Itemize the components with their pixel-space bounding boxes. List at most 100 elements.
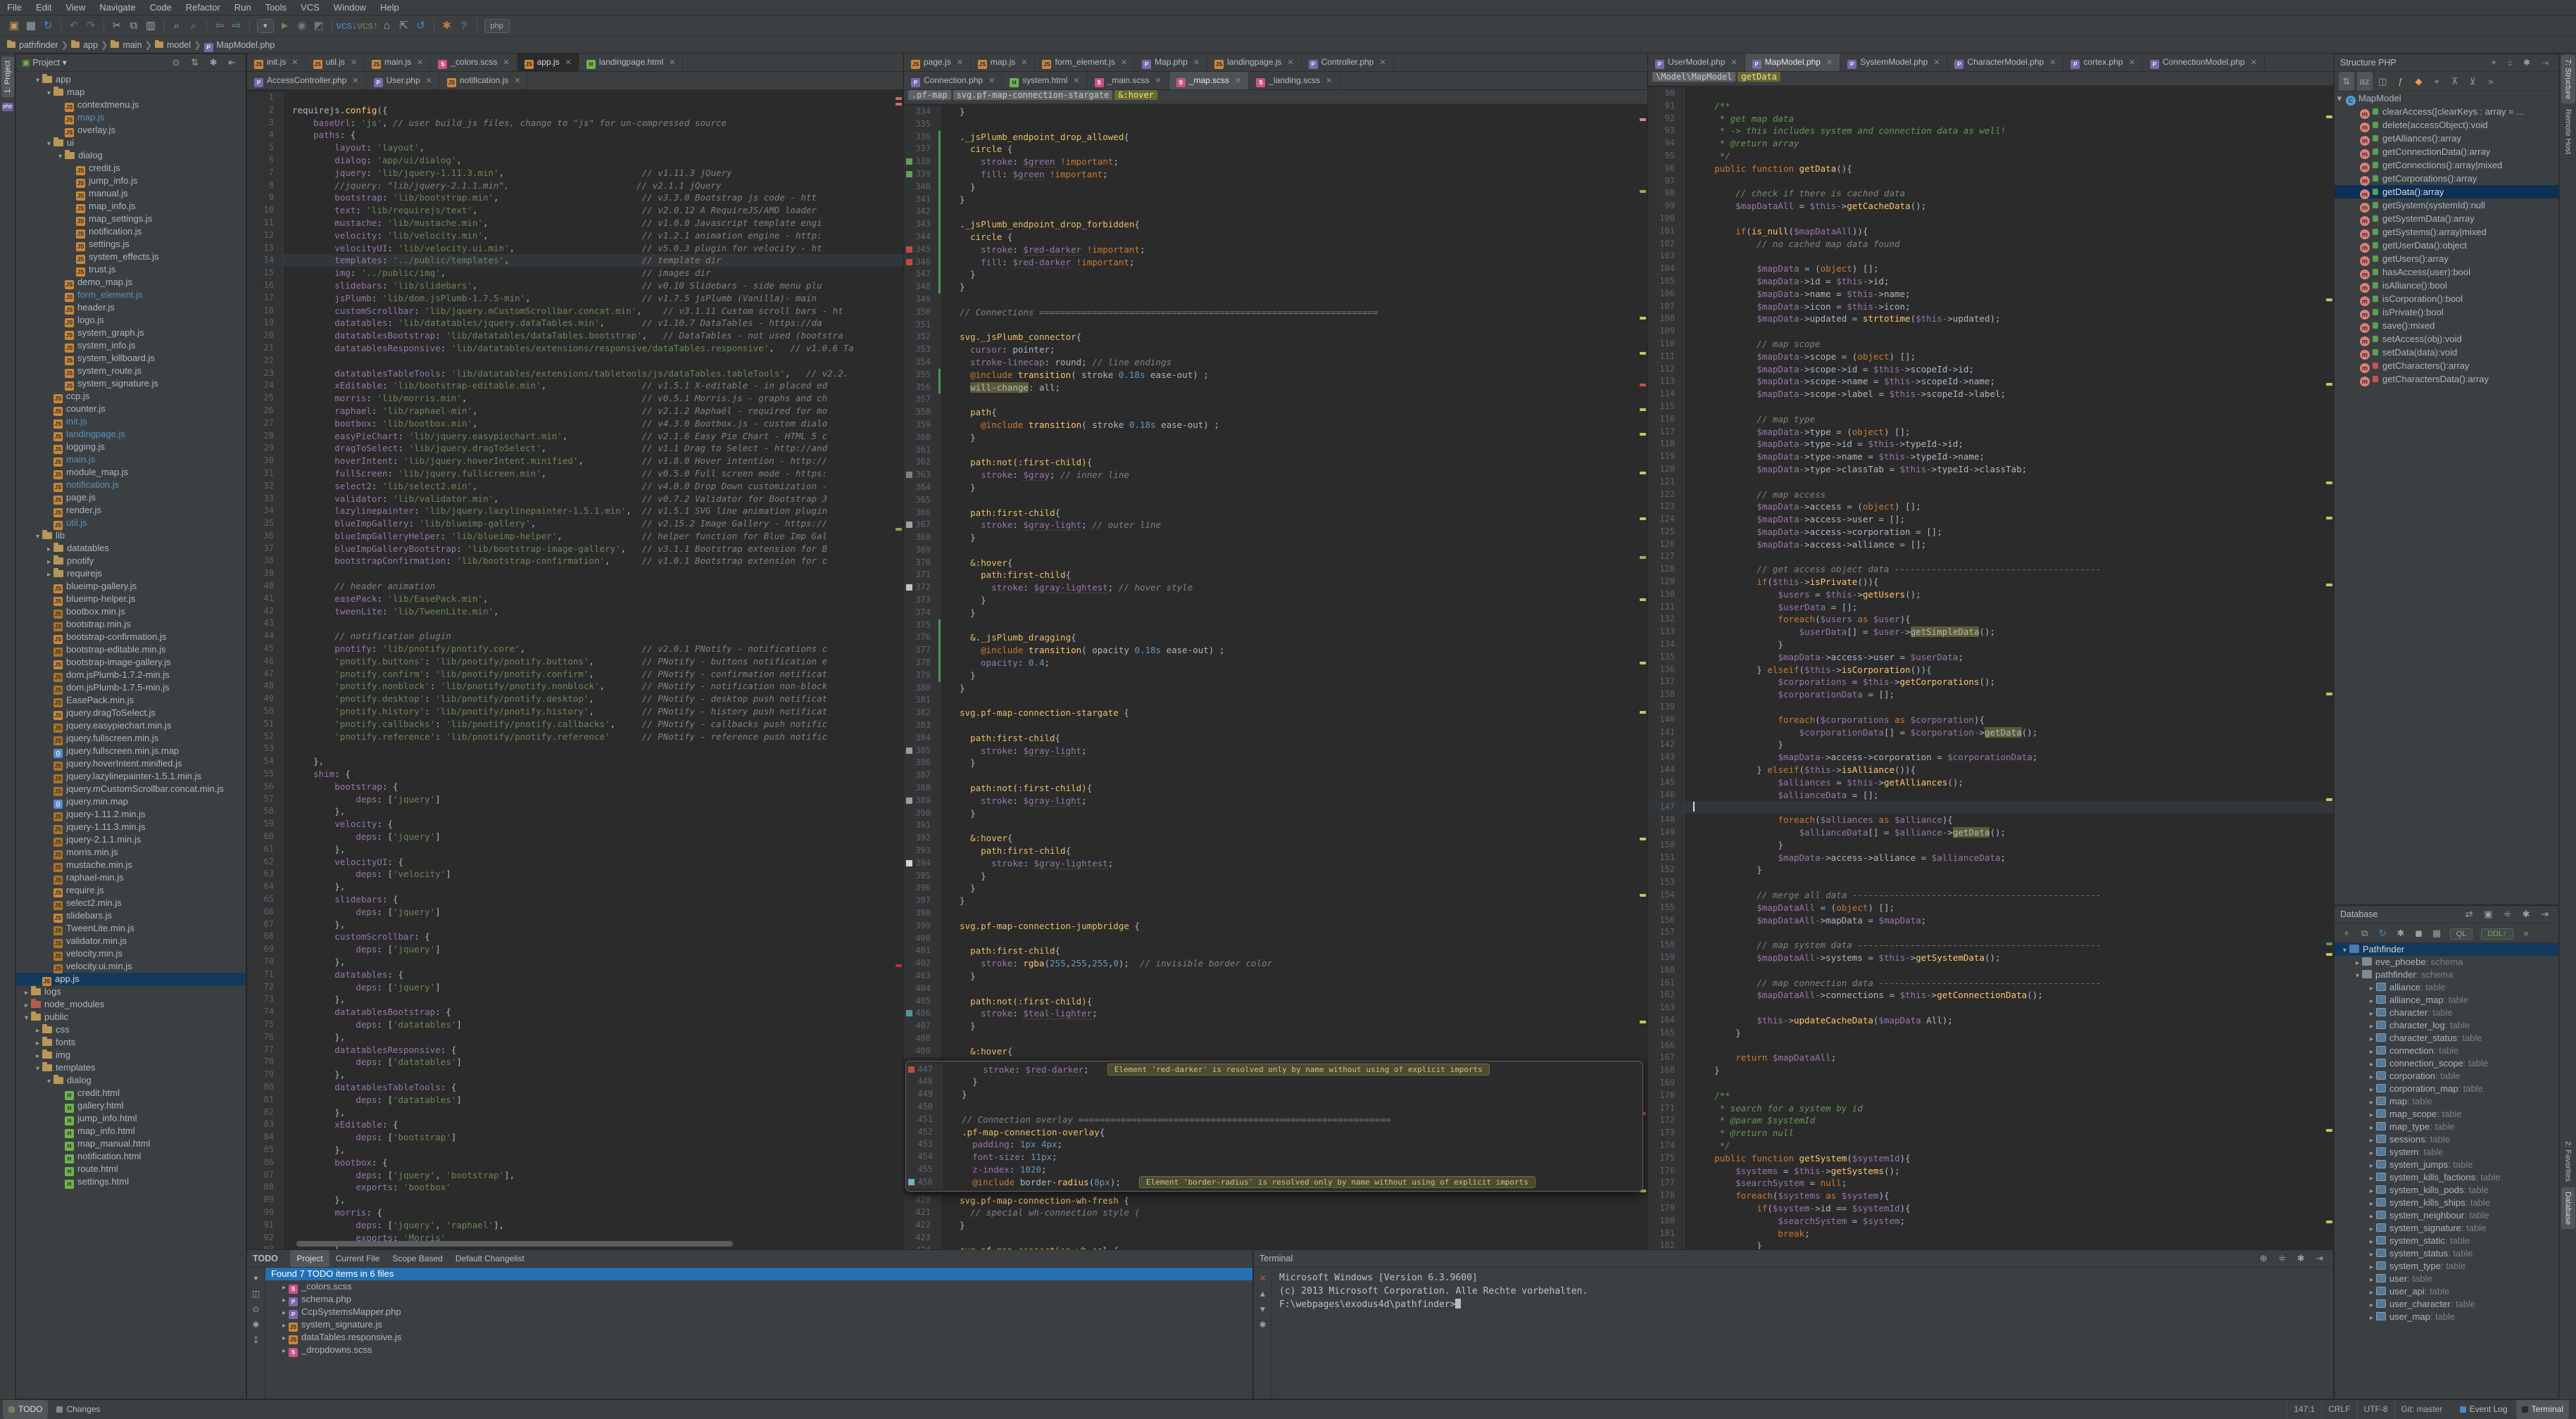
error-stripe-mark[interactable] <box>2326 481 2332 484</box>
breadcrumb-item[interactable]: PMapModel.php <box>204 40 275 50</box>
project-tree-item[interactable]: Hsettings.html <box>16 1175 246 1188</box>
tool-button-favorites[interactable]: 2: Favorites <box>2561 1137 2575 1185</box>
project-tree-item[interactable]: JScounter.js <box>16 403 246 415</box>
structure-method[interactable]: mgetUserData():object <box>2335 239 2558 252</box>
database-table-item[interactable]: ▸system_kills_factions: table <box>2335 1171 2558 1184</box>
copy-icon[interactable]: ⧉ <box>2357 923 2373 942</box>
project-tree-item[interactable]: JSmodule_map.js <box>16 466 246 479</box>
toolbar-icon[interactable]: ⧉ <box>125 15 142 37</box>
project-tree-item[interactable]: JSTweenLite.min.js <box>16 922 246 935</box>
structure-method[interactable]: msetAccess(obj):void <box>2335 332 2558 346</box>
breadcrumb-item[interactable]: main <box>111 40 142 50</box>
menu-item-edit[interactable]: Edit <box>29 0 58 15</box>
editor-tab[interactable]: S_landing.scss✕ <box>1249 72 1340 90</box>
tab-close-icon[interactable]: ✕ <box>1326 77 1332 85</box>
todo-summary-row[interactable]: Found 7 TODO items in 6 files <box>265 1268 1252 1280</box>
project-tree-item[interactable]: JSjquery-2.1.1.min.js <box>16 833 246 846</box>
error-stripe-mark[interactable] <box>2326 693 2332 695</box>
project-tree-item[interactable]: JSdom.jsPlumb-1.7.2-min.js <box>16 669 246 681</box>
structure-method[interactable]: misCorporation():bool <box>2335 292 2558 305</box>
add-datasource-icon[interactable]: + <box>2339 923 2354 942</box>
tab-close-icon[interactable]: ✕ <box>1730 58 1737 67</box>
editor-tab[interactable]: PAccessController.php✕ <box>247 72 367 90</box>
tab-close-icon[interactable]: ✕ <box>352 77 358 85</box>
editor-pane-middle[interactable]: JSpage.js✕JSmap.js✕JSform_element.js✕PMa… <box>903 53 1647 1249</box>
tool-button-project[interactable]: 1: Project <box>1 56 14 97</box>
database-table-item[interactable]: ▸map_type: table <box>2335 1121 2558 1133</box>
breadcrumb-item[interactable]: model <box>155 40 191 50</box>
terminal-side-toolbar[interactable]: ✕ ▲ ▼ ✱ <box>1254 1268 1272 1399</box>
table-view-icon[interactable]: ▦ <box>2429 923 2444 942</box>
project-tree-item[interactable]: ▸datatables <box>16 542 246 555</box>
database-table-item[interactable]: ▸system_signature: table <box>2335 1222 2558 1235</box>
error-stripe-mark[interactable] <box>896 103 902 106</box>
project-tree-item[interactable]: JSjquery.mCustomScrollbar.concat.min.js <box>16 783 246 795</box>
database-table-item[interactable]: ▸corporation_map: table <box>2335 1083 2558 1095</box>
editor-tab[interactable]: PConnection.php✕ <box>904 72 1003 90</box>
project-tree-item[interactable]: JSsystem_killboard.js <box>16 352 246 365</box>
project-tree-item[interactable]: JSdom.jsPlumb-1.7.5-min.js <box>16 681 246 694</box>
toolbar-icon[interactable]: vcs↓ <box>337 15 358 37</box>
project-tree-item[interactable]: ▸css <box>16 1023 246 1036</box>
error-stripe-mark[interactable] <box>1640 838 1646 840</box>
menu-item-window[interactable]: Window <box>327 0 373 15</box>
todo-tab[interactable]: Project <box>290 1250 329 1267</box>
menu-item-vcs[interactable]: VCS <box>294 0 327 15</box>
toolbar-icon[interactable]: ⌂ <box>379 15 396 37</box>
project-tree-item[interactable]: JSrequire.js <box>16 884 246 897</box>
project-tree-item[interactable]: Hroute.html <box>16 1163 246 1175</box>
tab-close-icon[interactable]: ✕ <box>426 77 432 85</box>
project-tree-item[interactable]: ▸requirejs <box>16 567 246 580</box>
database-table-item[interactable]: ▸system_kills_pods: table <box>2335 1184 2558 1197</box>
menu-item-help[interactable]: Help <box>373 0 406 15</box>
down-icon[interactable]: ▼ <box>1254 1301 1271 1317</box>
project-tree-item[interactable]: JSbootstrap-confirmation.js <box>16 631 246 643</box>
editor-tab[interactable]: JSapp.js✕ <box>517 53 579 72</box>
error-stripe-mark[interactable] <box>2326 584 2332 586</box>
project-tree-item[interactable]: JSsystem_effects.js <box>16 251 246 263</box>
structure-toolbar[interactable]: ⇅ az ◫ ƒ ◆ ⌖ ⊼ ⊻ » <box>2335 72 2558 92</box>
error-stripe-mark[interactable] <box>1640 517 1646 520</box>
show-fields-icon[interactable]: ◫ <box>2375 72 2390 91</box>
error-stripe-mark[interactable] <box>1640 317 1646 320</box>
structure-class-row[interactable]: ▾CMapModel <box>2335 92 2558 105</box>
menu-item-navigate[interactable]: Navigate <box>92 0 142 15</box>
todo-list[interactable]: Found 7 TODO items in 6 files▸S_colors.s… <box>265 1268 1252 1399</box>
project-tree-item[interactable]: {}jquery.fullscreen.min.js.map <box>16 745 246 757</box>
project-tree-item[interactable]: ▸fonts <box>16 1036 246 1049</box>
todo-group-icon[interactable]: ◫ <box>247 1286 265 1301</box>
code-area[interactable]: 9091 /**92 * get map data93 * -> this in… <box>1648 87 2334 1249</box>
structure-method[interactable]: mgetConnections():array|mixed <box>2335 158 2558 172</box>
statusbar-tool-button[interactable]: Changes <box>51 1400 106 1419</box>
menu-item-refactor[interactable]: Refactor <box>179 0 227 15</box>
editor-tab[interactable]: JSinit.js✕ <box>247 53 306 72</box>
project-tree-item[interactable]: JSraphael-min.js <box>16 871 246 884</box>
structure-tree[interactable]: ▾CMapModelmclearAccess([clearKeys : arra… <box>2335 92 2558 386</box>
project-tree-item[interactable]: JSdemo_map.js <box>16 276 246 289</box>
todo-file-item[interactable]: ▸S_colors.scss <box>265 1280 1252 1293</box>
todo-tab[interactable]: Current File <box>329 1250 387 1267</box>
statusbar-tool-button[interactable]: TODO <box>3 1400 48 1419</box>
project-tree-item[interactable]: ▾dialog <box>16 149 246 162</box>
tab-close-icon[interactable]: ✕ <box>1073 77 1079 85</box>
todo-tab[interactable]: Default Changelist <box>449 1250 531 1267</box>
database-table-item[interactable]: ▸sessions: table <box>2335 1133 2558 1146</box>
project-tree-item[interactable]: ▸logs <box>16 985 246 998</box>
tab-close-icon[interactable]: ✕ <box>514 77 520 85</box>
editor-tab[interactable]: S_map.scss✕ <box>1169 72 1250 90</box>
terminal-settings-icon[interactable]: ✱ <box>1254 1317 1271 1332</box>
terminal-header-icons[interactable]: ⊕ ≑ ✱ ⇥ <box>2260 1250 2327 1267</box>
structure-header-icons[interactable]: ⌖ ≑ ✱ ⇥ <box>2491 54 2553 71</box>
database-table-item[interactable]: ▸system_neighbour: table <box>2335 1209 2558 1222</box>
project-tree-item[interactable]: Hmap_info.html <box>16 1125 246 1137</box>
project-tree-item[interactable]: JSbootbox.min.js <box>16 605 246 618</box>
project-tree-item[interactable]: JSvelocity.min.js <box>16 947 246 960</box>
project-tree-item[interactable]: ▸img <box>16 1049 246 1061</box>
database-table-item[interactable]: ▸user_character: table <box>2335 1298 2558 1311</box>
toolbar-icon[interactable]: ▥ <box>142 15 159 37</box>
toolbar-icon[interactable]: ⌕ <box>185 15 202 37</box>
database-table-item[interactable]: ▸system_static: table <box>2335 1235 2558 1247</box>
structure-method[interactable]: misPrivate():bool <box>2335 305 2558 319</box>
toolbar-icon[interactable]: ▾ <box>257 19 274 33</box>
toolbar-icon[interactable]: ▦ <box>23 15 39 37</box>
